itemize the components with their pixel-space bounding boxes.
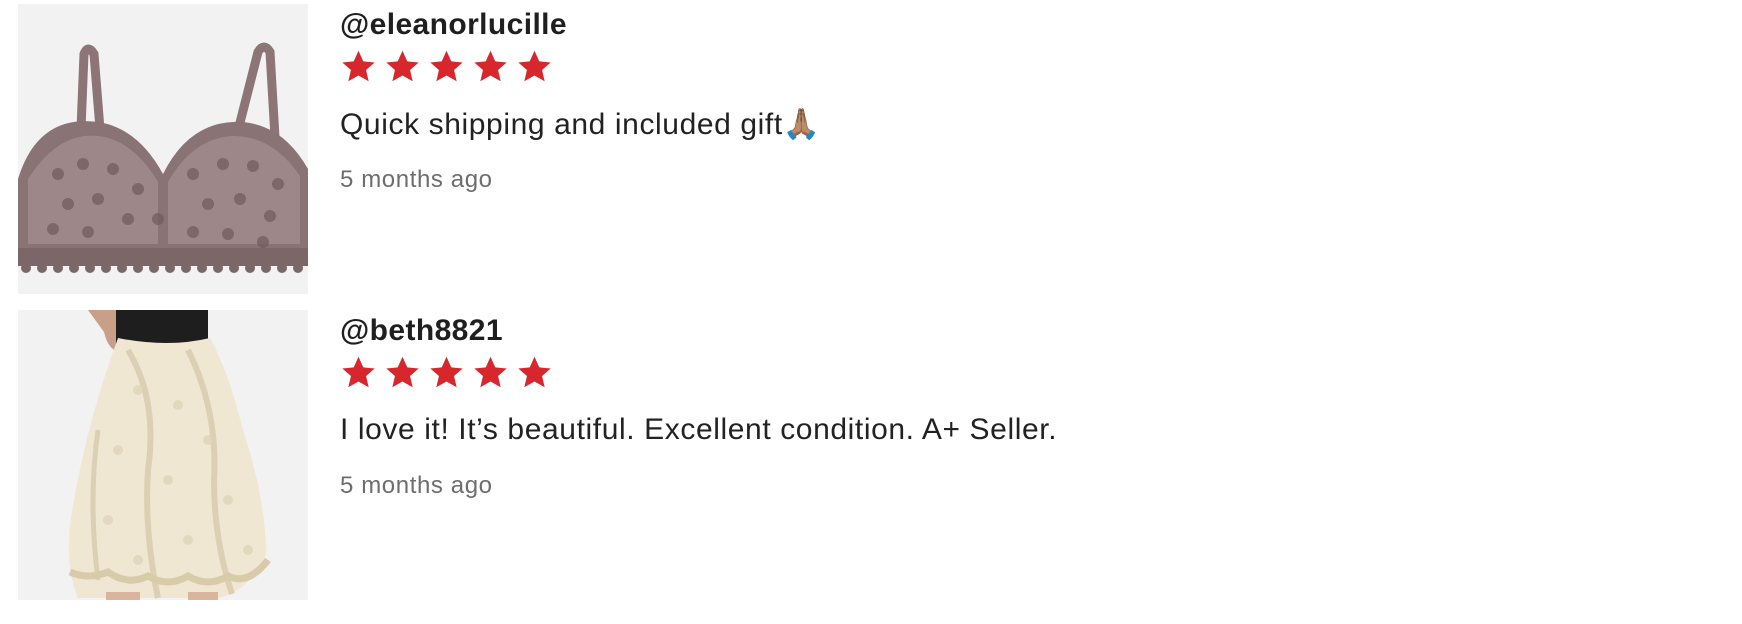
star-icon: [430, 356, 463, 388]
star-icon: [518, 356, 551, 388]
star-icon: [386, 50, 419, 82]
star-icon: [386, 356, 419, 388]
review-item: @beth8821 I love it! It’s beautiful. Exc…: [18, 310, 1718, 600]
reviewer-username[interactable]: @beth8821: [340, 314, 503, 348]
review-item: @eleanorlucille Quick shipping and inclu…: [18, 4, 1718, 294]
star-icon: [518, 50, 551, 82]
star-icon: [430, 50, 463, 82]
review-timestamp: 5 months ago: [340, 166, 493, 193]
star-rating: [340, 354, 553, 391]
star-icon: [342, 50, 375, 82]
lace-skirt-photo-icon: [18, 310, 308, 600]
bralette-photo-icon: [18, 4, 308, 294]
star-icon: [474, 50, 507, 82]
product-thumbnail[interactable]: [18, 4, 308, 294]
review-timestamp: 5 months ago: [340, 472, 493, 499]
reviews-list: @eleanorlucille Quick shipping and inclu…: [0, 0, 1742, 624]
star-icon: [474, 356, 507, 388]
star-icon: [342, 356, 375, 388]
product-thumbnail[interactable]: [18, 310, 308, 600]
review-text: I love it! It’s beautiful. Excellent con…: [340, 413, 1058, 446]
star-rating: [340, 48, 553, 85]
reviewer-username[interactable]: @eleanorlucille: [340, 8, 567, 42]
review-text: Quick shipping and included gift🙏🏽: [340, 108, 821, 141]
